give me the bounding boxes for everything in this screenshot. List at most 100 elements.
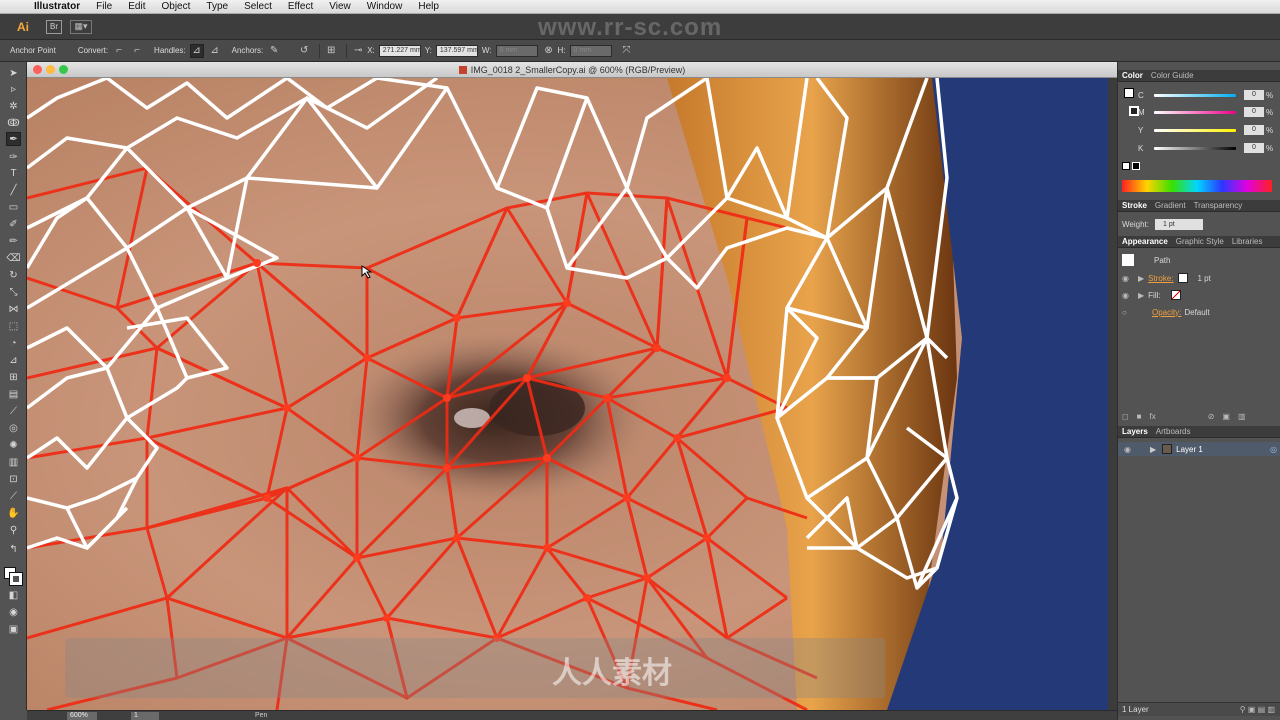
vertical-scrollbar[interactable]: [1108, 78, 1117, 710]
gradient-tool-icon[interactable]: ▤: [6, 387, 21, 401]
y-field[interactable]: 137.597 mm: [435, 44, 478, 57]
scale-tool-icon[interactable]: ⤡: [6, 285, 21, 299]
swap-fill-stroke-icon[interactable]: ↰: [6, 542, 21, 556]
mesh-tool-icon[interactable]: ⊞: [6, 370, 21, 384]
appearance-fill-row[interactable]: ◉ ▶ Fill:: [1122, 287, 1278, 303]
minimize-window-button[interactable]: [46, 65, 55, 74]
width-field[interactable]: 0 mm: [495, 44, 538, 57]
convert-to-smooth-icon[interactable]: ⌐: [130, 44, 144, 58]
rectangle-tool-icon[interactable]: ▭: [6, 200, 21, 214]
layer-row[interactable]: ◉ ▶ Layer 1 ◎: [1118, 442, 1280, 456]
shape-builder-tool-icon[interactable]: ◔: [6, 336, 21, 350]
add-effect-icon[interactable]: fx: [1149, 412, 1155, 421]
menu-type[interactable]: Type: [198, 1, 236, 12]
layer-visibility-eye-icon[interactable]: ◉: [1124, 445, 1134, 454]
stroke-color-swatch[interactable]: [1177, 273, 1188, 283]
menu-select[interactable]: Select: [236, 1, 280, 12]
tab-artboards[interactable]: Artboards: [1152, 427, 1195, 436]
clear-appearance-icon[interactable]: ⊘: [1208, 412, 1215, 421]
hide-handles-icon[interactable]: ⊿: [208, 44, 222, 58]
menu-app-name[interactable]: Illustrator: [26, 1, 88, 12]
stroke-link[interactable]: Stroke:: [1148, 274, 1173, 283]
appearance-opacity-row[interactable]: ○ Opacity: Default: [1122, 304, 1278, 320]
weight-field[interactable]: 1 pt: [1154, 218, 1203, 230]
visibility-eye-icon[interactable]: ◉: [1122, 274, 1132, 283]
curvature-tool-icon[interactable]: ✑: [6, 150, 21, 164]
black-swatch[interactable]: [1132, 162, 1140, 170]
yellow-slider[interactable]: [1154, 128, 1236, 132]
symbol-sprayer-tool-icon[interactable]: ✺: [6, 438, 21, 452]
artboard-number-field[interactable]: 1: [131, 711, 159, 720]
hand-tool-icon[interactable]: ✋: [6, 506, 21, 520]
transform-icon[interactable]: ⊸: [351, 44, 365, 58]
tab-appearance[interactable]: Appearance: [1118, 237, 1172, 246]
add-stroke-icon[interactable]: ◻: [1122, 412, 1129, 421]
screen-mode-icon[interactable]: ▣: [6, 622, 21, 636]
tab-libraries[interactable]: Libraries: [1228, 237, 1267, 246]
opacity-link[interactable]: Opacity:: [1152, 308, 1181, 317]
direct-selection-tool-icon[interactable]: ▹: [6, 82, 21, 96]
menu-view[interactable]: View: [321, 1, 359, 12]
x-field[interactable]: 271.227 mm: [378, 44, 421, 57]
duplicate-item-icon[interactable]: ▣: [1222, 412, 1230, 421]
color-fill-swatch[interactable]: [1124, 88, 1134, 98]
eraser-tool-icon[interactable]: ⌫: [6, 251, 21, 265]
magic-wand-tool-icon[interactable]: ✲: [6, 99, 21, 113]
artboard-canvas[interactable]: 人人素材: [27, 78, 1108, 710]
zoom-level-field[interactable]: 600%: [67, 711, 97, 720]
pencil-tool-icon[interactable]: ✏: [6, 234, 21, 248]
artboard-tool-icon[interactable]: ⊡: [6, 472, 21, 486]
link-proportions-icon[interactable]: ⊗: [542, 44, 556, 58]
column-graph-tool-icon[interactable]: ▥: [6, 455, 21, 469]
free-transform-tool-icon[interactable]: ⬚: [6, 319, 21, 333]
height-field[interactable]: 0 mm: [569, 44, 612, 57]
align-to-icon[interactable]: ⊞: [324, 44, 338, 58]
width-tool-icon[interactable]: ⋈: [6, 302, 21, 316]
zoom-tool-icon[interactable]: ⚲: [6, 523, 21, 537]
bridge-button[interactable]: Br: [46, 19, 62, 34]
remove-anchor-icon[interactable]: ✎: [267, 44, 281, 58]
cyan-value[interactable]: 0: [1244, 90, 1264, 100]
convert-to-corner-icon[interactable]: ⌐: [112, 44, 126, 58]
menu-object[interactable]: Object: [153, 1, 198, 12]
appearance-stroke-row[interactable]: ◉ ▶ Stroke: 1 pt: [1122, 270, 1278, 286]
color-spectrum[interactable]: [1122, 180, 1272, 192]
show-handles-icon[interactable]: ⊿: [189, 43, 204, 58]
layer-expand-arrow-icon[interactable]: ▶: [1150, 445, 1156, 454]
lasso-tool-icon[interactable]: ↂ: [6, 116, 21, 130]
rotate-tool-icon[interactable]: ↻: [6, 268, 21, 282]
line-tool-icon[interactable]: ╱: [6, 183, 21, 197]
add-fill-icon[interactable]: ■: [1137, 412, 1142, 421]
expand-arrow-icon[interactable]: ▶: [1138, 274, 1144, 283]
drawing-mode-icon[interactable]: ◉: [6, 605, 21, 619]
yellow-value[interactable]: 0: [1244, 125, 1264, 135]
tab-color-guide[interactable]: Color Guide: [1147, 71, 1198, 80]
menu-effect[interactable]: Effect: [280, 1, 321, 12]
tab-gradient[interactable]: Gradient: [1151, 201, 1190, 210]
menu-file[interactable]: File: [88, 1, 120, 12]
tab-graphic-style[interactable]: Graphic Style: [1172, 237, 1228, 246]
layer-name[interactable]: Layer 1: [1176, 445, 1203, 454]
black-slider[interactable]: [1154, 146, 1236, 150]
perspective-grid-tool-icon[interactable]: ⊿: [6, 353, 21, 367]
cyan-slider[interactable]: [1154, 93, 1236, 97]
menu-help[interactable]: Help: [410, 1, 447, 12]
stroke-swatch[interactable]: [9, 572, 23, 586]
type-tool-icon[interactable]: T: [6, 166, 21, 180]
expand-arrow-icon[interactable]: ▶: [1138, 291, 1144, 300]
tab-stroke[interactable]: Stroke: [1118, 201, 1151, 210]
menu-edit[interactable]: Edit: [120, 1, 153, 12]
connect-anchors-icon[interactable]: ↺: [297, 44, 311, 58]
eyedropper-tool-icon[interactable]: ⟋: [6, 404, 21, 418]
slice-tool-icon[interactable]: ⟋: [6, 489, 21, 503]
magenta-value[interactable]: 0: [1244, 107, 1264, 117]
delete-item-icon[interactable]: ▥: [1238, 412, 1246, 421]
close-window-button[interactable]: [33, 65, 42, 74]
selection-tool-icon[interactable]: ➤: [6, 66, 21, 80]
none-swatch[interactable]: [1122, 162, 1130, 170]
layer-target-icon[interactable]: ◎: [1270, 445, 1277, 454]
transform-panel-icon[interactable]: ⤧: [620, 44, 634, 58]
layers-footer-icons[interactable]: ⚲ ▣ ▤ ▥: [1240, 705, 1275, 714]
tab-color[interactable]: Color: [1118, 71, 1147, 80]
visibility-eye-icon[interactable]: ◉: [1122, 291, 1132, 300]
